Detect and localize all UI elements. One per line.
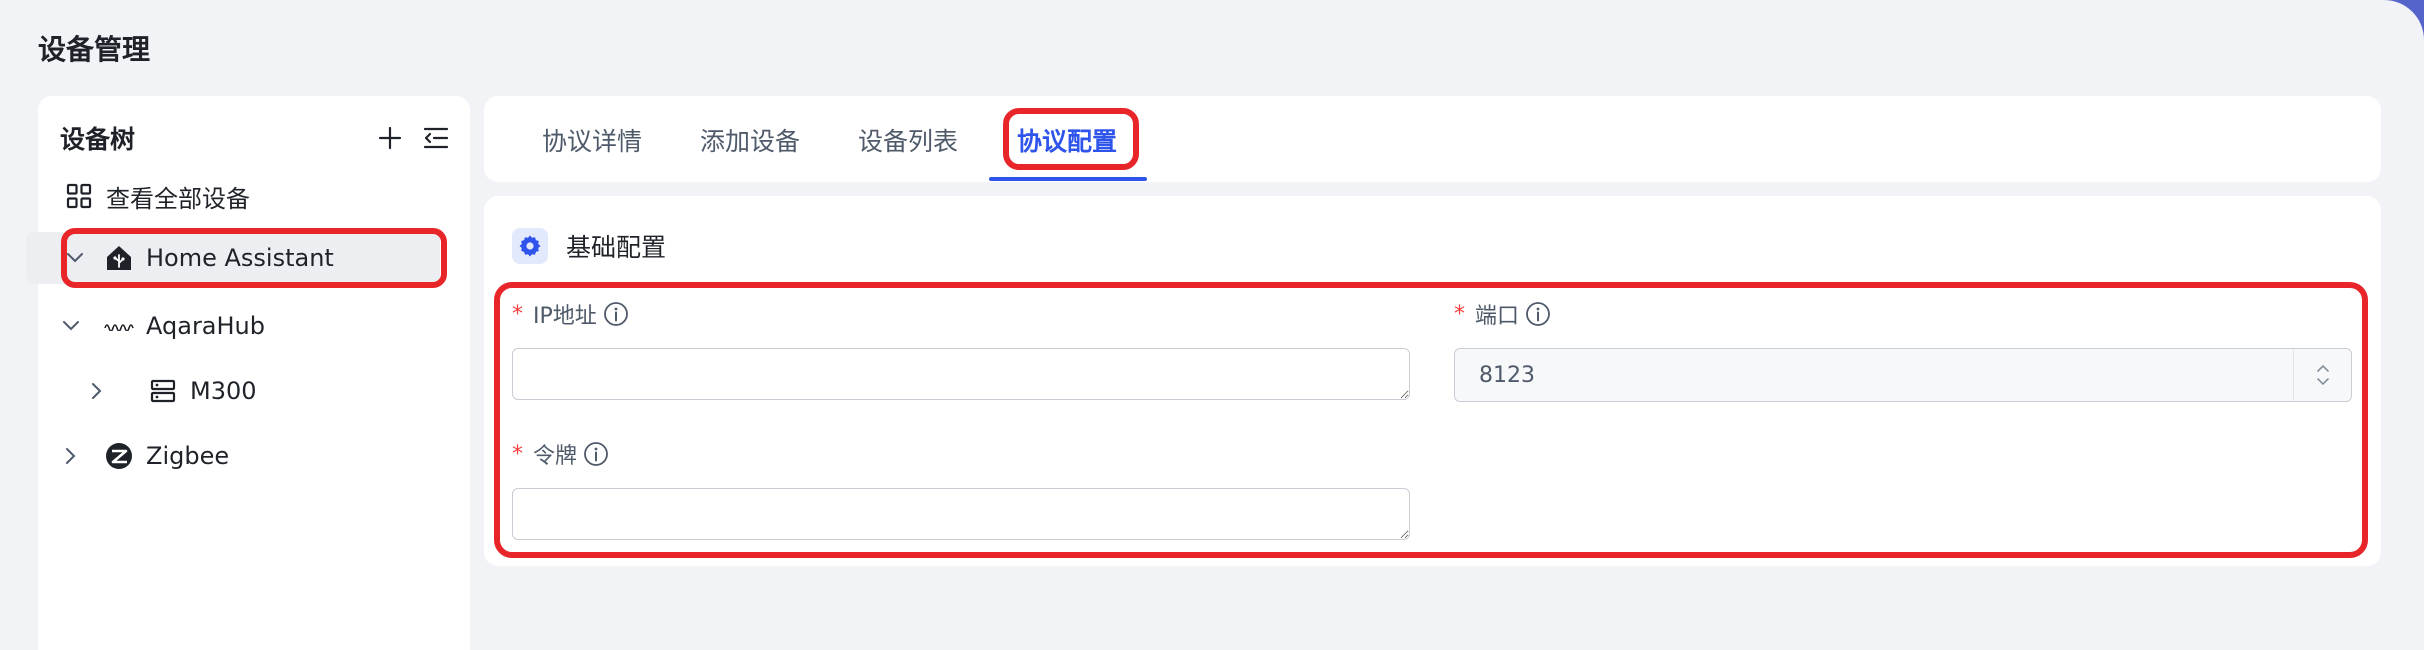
info-icon[interactable] (583, 441, 609, 467)
zigbee-logo-icon (104, 441, 134, 471)
tree-item-label: 查看全部设备 (106, 184, 250, 213)
required-mark: * (1454, 301, 1465, 327)
info-icon[interactable] (1525, 301, 1551, 327)
port-input-field[interactable] (1455, 349, 2293, 401)
section-header: 基础配置 (512, 228, 666, 264)
server-icon (148, 376, 178, 406)
active-tab-indicator (989, 177, 1147, 181)
config-panel: 基础配置 * IP地址 * 端口 * (484, 196, 2381, 566)
required-mark: * (512, 301, 523, 327)
tab-protocol-config[interactable]: 协议配置 (1017, 122, 1117, 158)
ip-label-text: IP地址 (533, 304, 597, 329)
tree-item-all-devices[interactable]: 查看全部设备 (22, 170, 438, 222)
tree-item-m300[interactable]: M300 (22, 365, 438, 417)
token-label-text: 令牌 (533, 444, 578, 469)
chevron-down-icon[interactable] (64, 252, 86, 264)
port-label-text: 端口 (1475, 304, 1520, 329)
chevron-down-icon[interactable] (2316, 377, 2330, 386)
add-icon[interactable] (378, 126, 402, 150)
corner-decoration (2384, 0, 2424, 40)
token-input[interactable] (512, 488, 1410, 540)
gear-icon (512, 228, 548, 264)
grid-icon (64, 181, 94, 211)
port-label: * 端口 (1454, 298, 1551, 330)
tree-item-label: AqaraHub (146, 312, 266, 340)
device-tree-title: 设备树 (60, 125, 136, 154)
collapse-list-icon[interactable] (422, 126, 450, 150)
port-stepper[interactable] (2293, 349, 2351, 401)
chevron-down-icon[interactable] (60, 320, 82, 332)
tree-item-home-assistant[interactable]: Home Assistant (26, 232, 440, 284)
ip-label: * IP地址 (512, 298, 629, 330)
device-tree-header: 设备树 (60, 114, 450, 162)
section-title: 基础配置 (566, 233, 667, 262)
tree-item-label: Home Assistant (146, 244, 334, 272)
tree-item-aqarahub[interactable]: AqaraHub (22, 300, 438, 352)
tab-protocol-details[interactable]: 协议详情 (542, 122, 642, 158)
aqara-logo-icon (104, 311, 134, 341)
home-assistant-icon (104, 243, 134, 273)
info-icon[interactable] (603, 301, 629, 327)
tree-item-label: M300 (190, 377, 257, 405)
tab-add-device[interactable]: 添加设备 (700, 122, 800, 158)
tabs-bar: 协议详情 添加设备 设备列表 协议配置 (484, 96, 2381, 182)
chevron-up-icon[interactable] (2316, 364, 2330, 373)
device-tree-actions (378, 126, 450, 150)
device-management-page: 设备管理 设备树 查看全部设备 Home Assistant AqaraHub … (0, 0, 2424, 650)
tab-device-list[interactable]: 设备列表 (858, 122, 958, 158)
page-title: 设备管理 (38, 33, 151, 66)
token-label: * 令牌 (512, 438, 609, 470)
chevron-right-icon[interactable] (86, 382, 108, 400)
tree-item-zigbee[interactable]: Zigbee (22, 430, 438, 482)
required-mark: * (512, 441, 523, 467)
tree-item-label: Zigbee (146, 442, 230, 470)
ip-address-input[interactable] (512, 348, 1410, 400)
chevron-right-icon[interactable] (60, 447, 82, 465)
port-number-input[interactable] (1454, 348, 2352, 402)
